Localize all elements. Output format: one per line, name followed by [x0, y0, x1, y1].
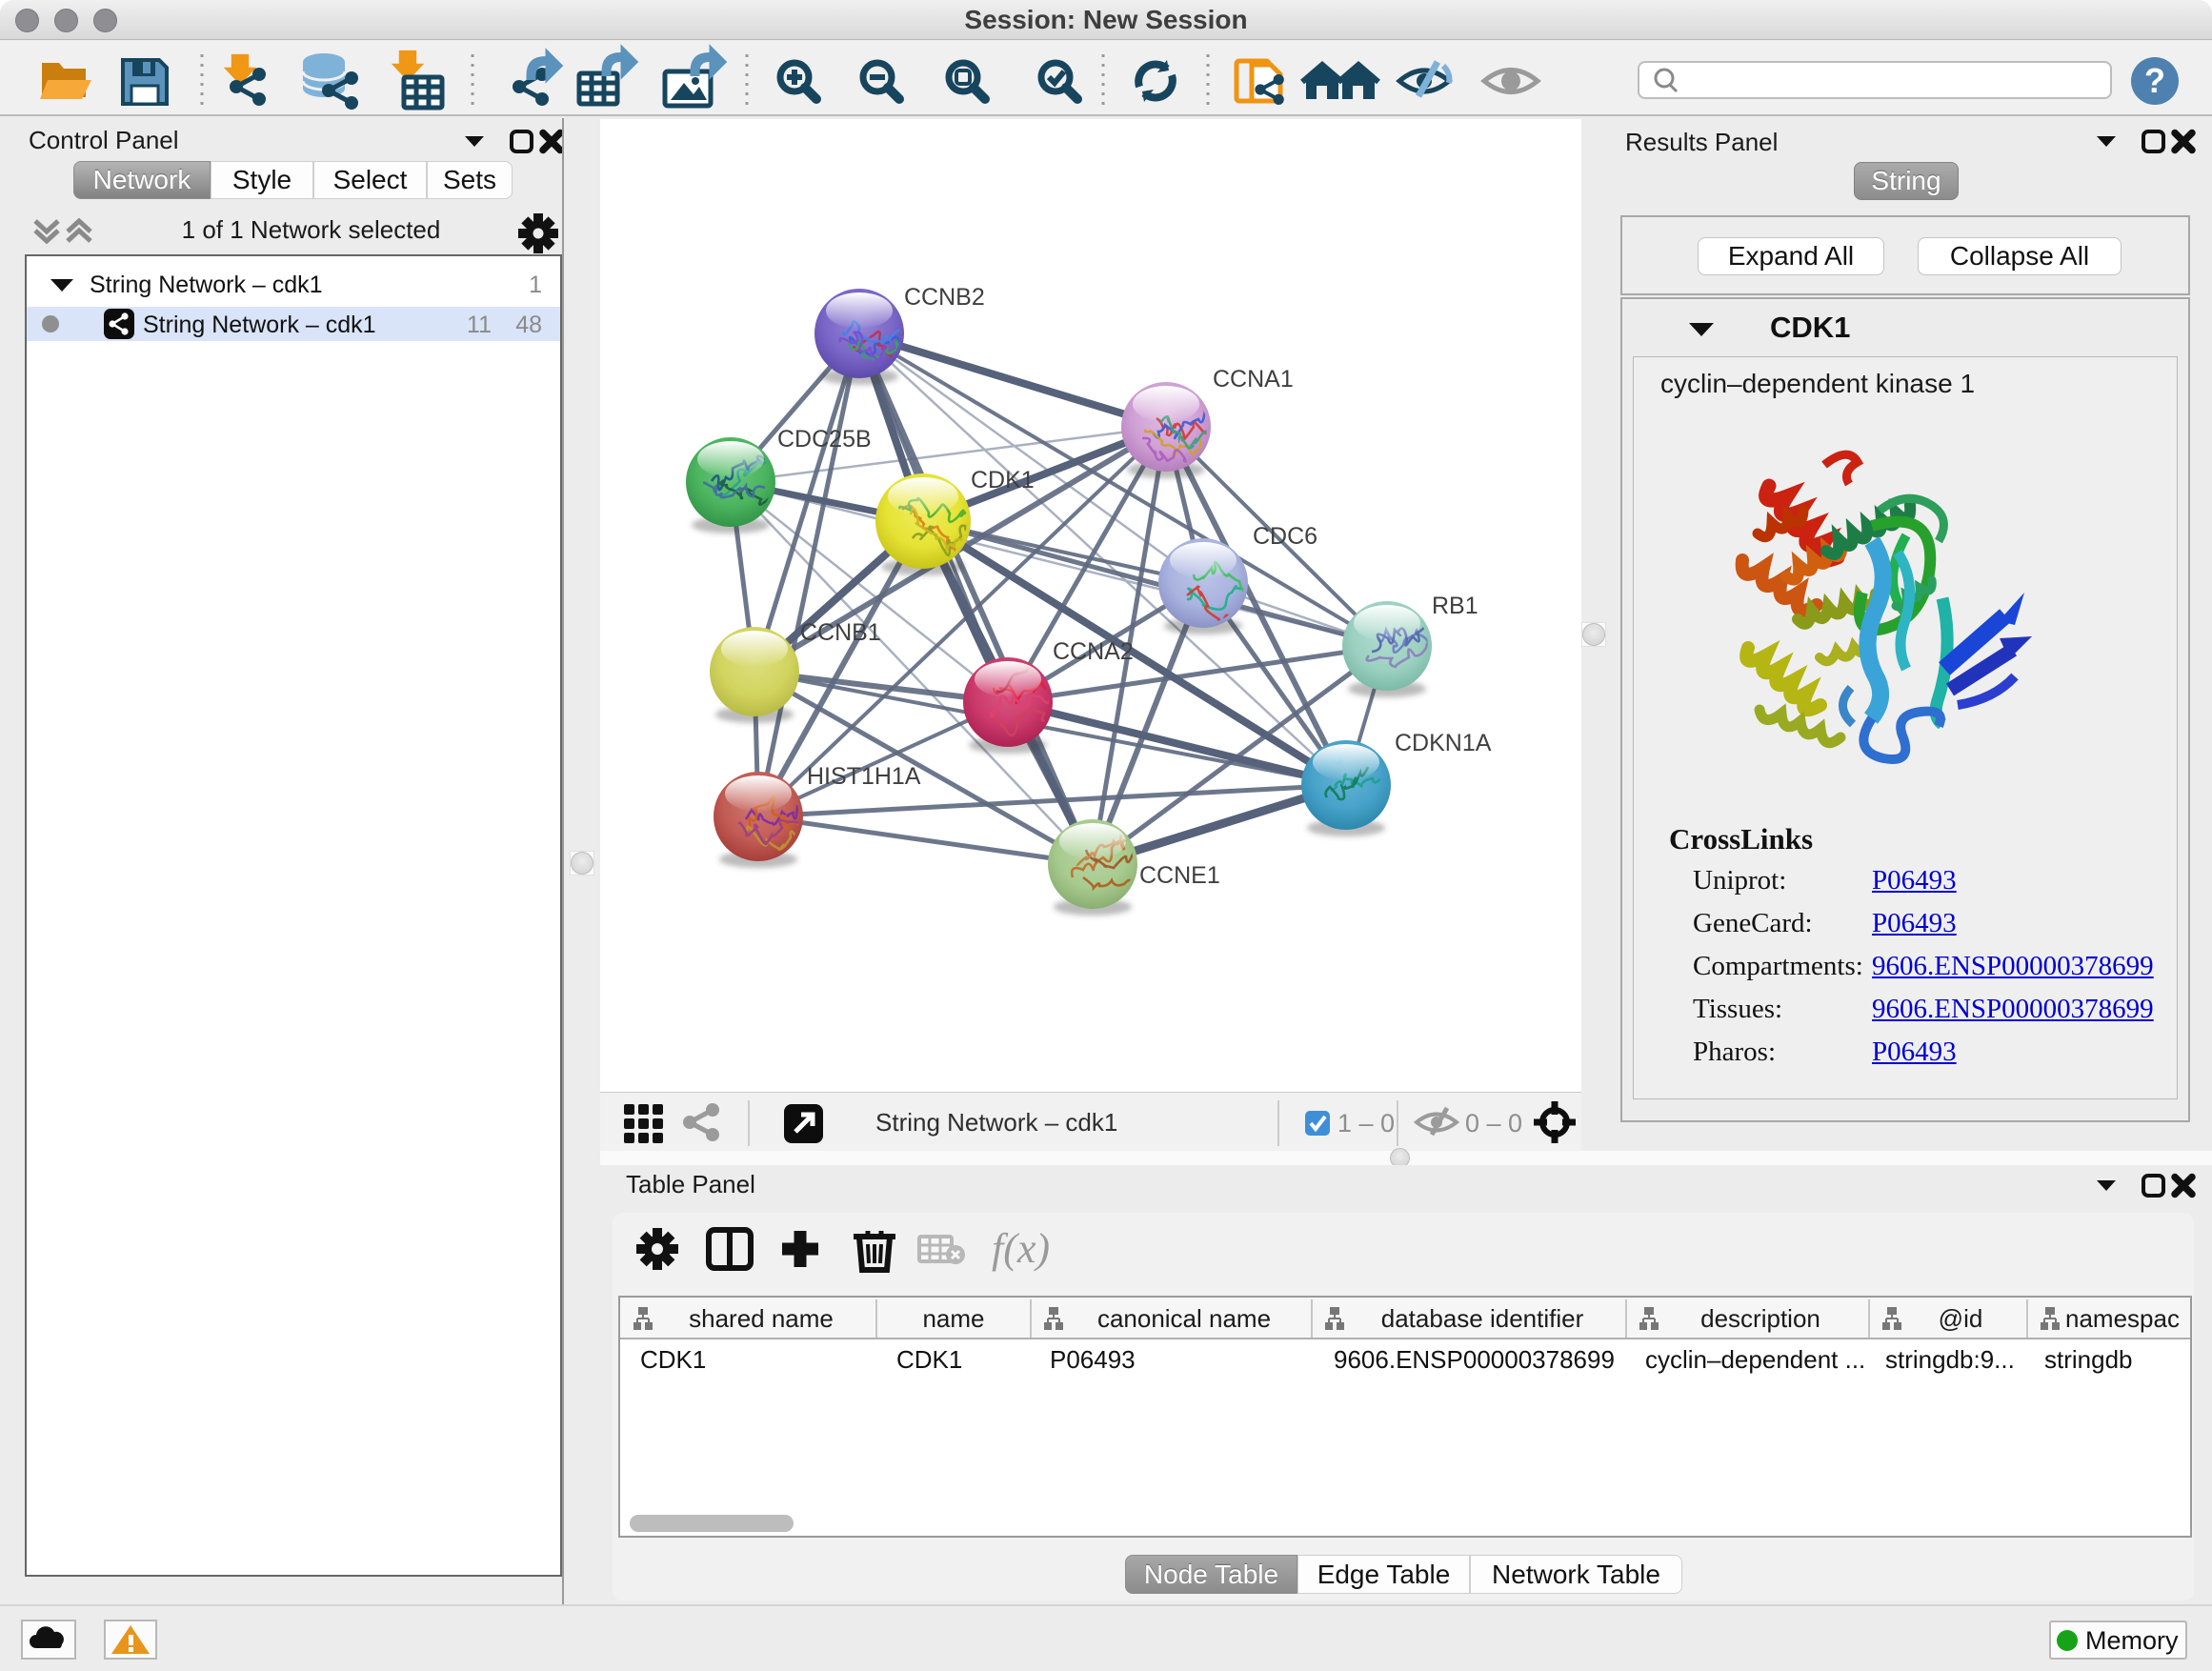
svg-text:CCNE1: CCNE1	[1139, 862, 1220, 889]
svg-text:CCNB2: CCNB2	[904, 284, 985, 311]
svg-text:CCNA1: CCNA1	[1213, 366, 1294, 393]
svg-text:0 – 0: 0 – 0	[1465, 1109, 1522, 1137]
svg-text:description: description	[1700, 1304, 1820, 1333]
svg-text:CDK1: CDK1	[971, 467, 1035, 493]
svg-text:String Network – cdk1: String Network – cdk1	[875, 1108, 1117, 1137]
svg-text:@id: @id	[1939, 1304, 1983, 1333]
svg-text:CDC25B: CDC25B	[777, 426, 872, 453]
svg-text:CDKN1A: CDKN1A	[1395, 730, 1492, 756]
svg-text:HIST1H1A: HIST1H1A	[807, 763, 921, 790]
svg-text:database identifier: database identifier	[1381, 1304, 1584, 1333]
svg-text:name: name	[922, 1304, 984, 1333]
svg-text:CCNA2: CCNA2	[1053, 638, 1134, 665]
svg-text:canonical name: canonical name	[1097, 1304, 1271, 1333]
svg-text:CCNB1: CCNB1	[800, 619, 881, 646]
svg-text:namespac: namespac	[2065, 1304, 2180, 1333]
svg-text:?: ?	[2144, 61, 2165, 100]
svg-text:CDC6: CDC6	[1253, 523, 1317, 550]
svg-text:f(x): f(x)	[992, 1225, 1050, 1272]
svg-text:shared name: shared name	[689, 1304, 834, 1333]
svg-text:1 – 0: 1 – 0	[1337, 1109, 1395, 1137]
svg-text:RB1: RB1	[1432, 593, 1478, 619]
